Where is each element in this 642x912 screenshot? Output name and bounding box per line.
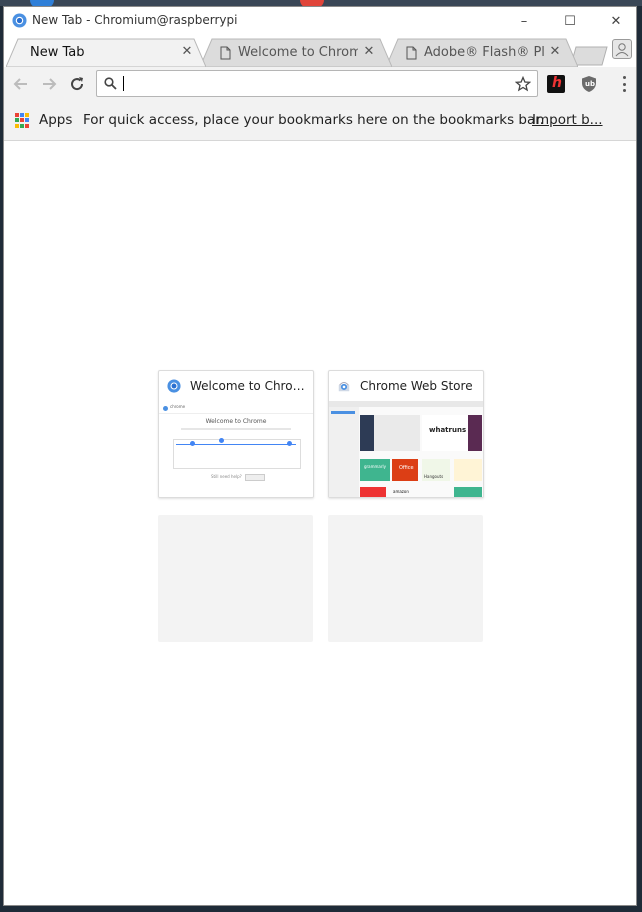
- text-caret: [123, 76, 124, 91]
- import-bookmarks-link[interactable]: Import b...: [532, 112, 603, 128]
- apps-dot: [25, 118, 29, 123]
- omnibox[interactable]: [96, 70, 538, 97]
- title-bar: New Tab - Chromium@raspberrypi – ☐ ✕: [4, 7, 636, 35]
- document-icon: [220, 46, 231, 60]
- apps-dot: [20, 123, 24, 128]
- avatar-icon: [615, 43, 629, 57]
- menu-button[interactable]: [622, 76, 626, 92]
- tile-title: Welcome to Chromi…: [190, 379, 308, 393]
- tab-label: New Tab: [30, 45, 85, 60]
- maximize-icon: ☐: [564, 13, 576, 29]
- bookmarks-bar: Apps For quick access, place your bookma…: [4, 101, 636, 141]
- close-window-button[interactable]: ✕: [596, 9, 636, 33]
- browser-window: New Tab - Chromium@raspberrypi – ☐ ✕ New…: [3, 6, 637, 906]
- ublock-label: ub: [585, 80, 595, 88]
- window-title: New Tab - Chromium@raspberrypi: [32, 13, 238, 27]
- tab-new-tab[interactable]: New Tab ✕: [6, 38, 206, 67]
- minimize-button[interactable]: –: [504, 9, 544, 33]
- maximize-button[interactable]: ☐: [550, 9, 590, 33]
- most-visited-tile-welcome[interactable]: Welcome to Chromi… chrome Welcome to Chr…: [158, 370, 314, 498]
- forward-button[interactable]: [38, 73, 60, 95]
- apps-dot: [15, 113, 19, 117]
- tab-welcome[interactable]: Welcome to Chrom ✕: [200, 38, 392, 67]
- apps-dot: [20, 118, 24, 123]
- close-icon: ✕: [610, 13, 622, 29]
- document-icon: [406, 46, 417, 60]
- apps-dot: [25, 123, 29, 128]
- toolbar: h ub: [4, 67, 636, 101]
- empty-tile: [328, 515, 483, 642]
- apps-icon[interactable]: [15, 113, 30, 128]
- tab-label: Adobe® Flash® Pl: [424, 45, 544, 60]
- apps-dot: [20, 113, 24, 117]
- chromium-logo-icon: [167, 379, 181, 393]
- tab-close-icon[interactable]: ✕: [180, 44, 194, 59]
- tab-strip: New Tab ✕ Welcome to Chrom ✕ Adobe® Flas…: [4, 35, 636, 67]
- forward-arrow-icon: [43, 78, 57, 90]
- reload-icon: [71, 77, 84, 91]
- minimize-icon: –: [520, 13, 528, 29]
- apps-dot: [15, 123, 19, 128]
- back-button[interactable]: [10, 73, 32, 95]
- bookmark-star-icon[interactable]: [515, 76, 531, 92]
- tile-thumbnail: whatruns grammarly Office Hangouts amazo…: [329, 401, 483, 497]
- tile-title: Chrome Web Store: [360, 379, 473, 393]
- honey-extension-icon[interactable]: h: [547, 75, 565, 93]
- bookmarks-hint: For quick access, place your bookmarks h…: [83, 112, 544, 128]
- tab-close-icon[interactable]: ✕: [362, 44, 376, 59]
- search-icon: [104, 77, 117, 90]
- back-arrow-icon: [13, 78, 27, 90]
- tab-adobe-flash[interactable]: Adobe® Flash® Pl ✕: [386, 38, 578, 67]
- profile-button[interactable]: [612, 39, 632, 59]
- new-tab-page: Welcome to Chromi… chrome Welcome to Chr…: [4, 141, 636, 905]
- omnibox-input[interactable]: [123, 74, 503, 93]
- tab-label: Welcome to Chrom: [238, 45, 358, 60]
- most-visited-tile-web-store[interactable]: Chrome Web Store whatruns grammarly Offi…: [328, 370, 484, 498]
- tab-close-icon[interactable]: ✕: [548, 44, 562, 59]
- apps-dot: [15, 118, 19, 123]
- chromium-logo-icon: [12, 13, 27, 28]
- apps-shortcut[interactable]: Apps: [39, 112, 72, 128]
- empty-tile: [158, 515, 313, 642]
- tile-thumbnail: chrome Welcome to Chrome Still need help…: [159, 401, 313, 497]
- web-store-icon: [338, 381, 350, 392]
- reload-button[interactable]: [66, 73, 88, 95]
- apps-dot: [25, 113, 29, 117]
